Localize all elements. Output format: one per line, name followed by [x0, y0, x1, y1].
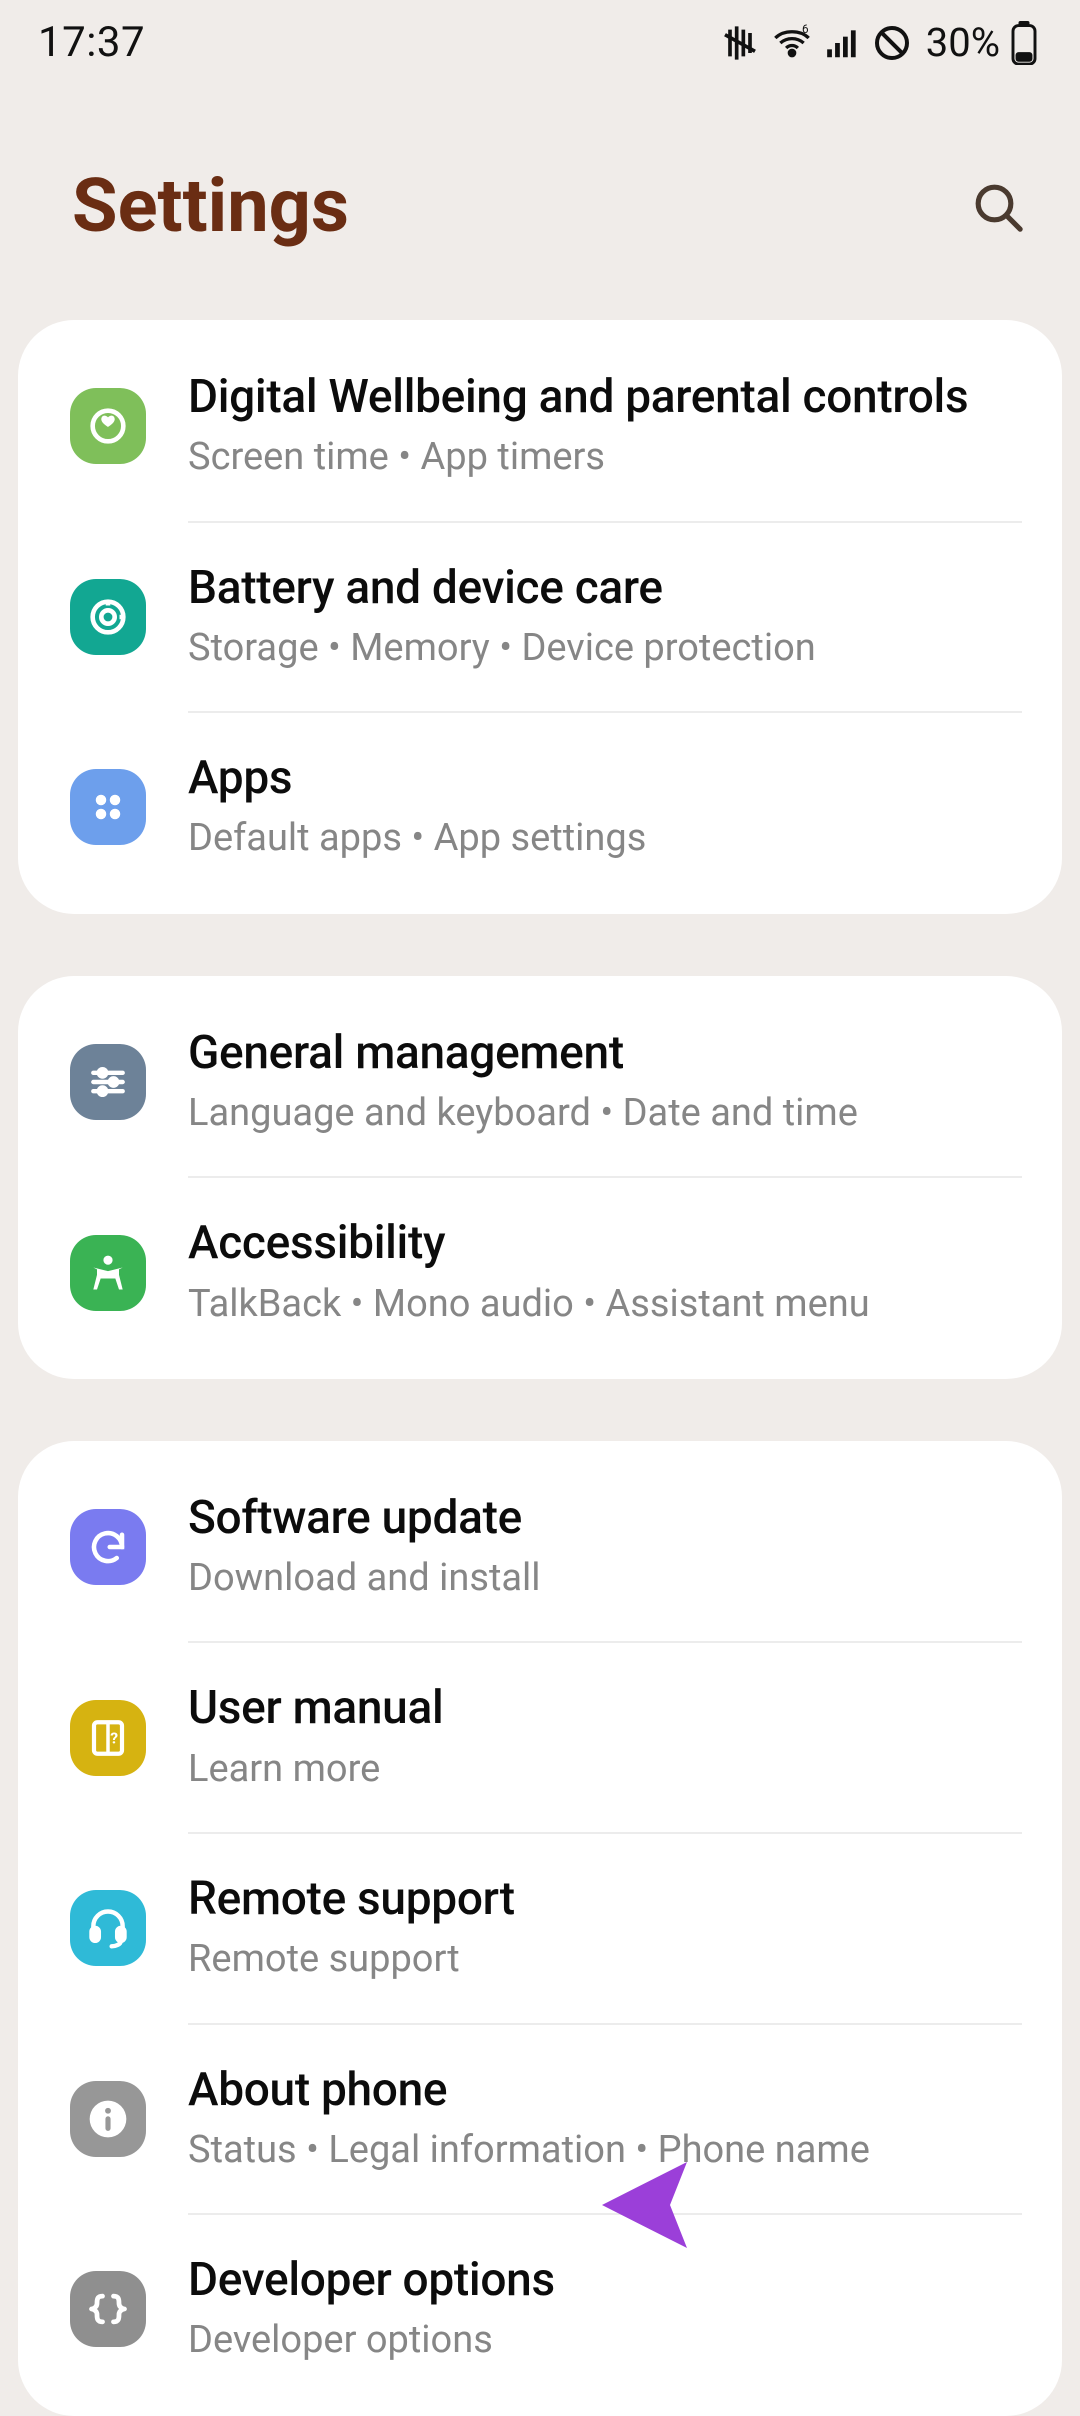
signal-icon: [824, 23, 862, 63]
item-title: Battery and device care: [188, 561, 1024, 616]
item-subtitle: Language and keyboard • Date and time: [188, 1089, 1024, 1138]
settings-item-accessibility[interactable]: Accessibility TalkBack • Mono audio • As…: [18, 1178, 1062, 1367]
wellbeing-icon: [70, 388, 146, 464]
settings-item-user-manual[interactable]: ? User manual Learn more: [18, 1643, 1062, 1832]
settings-group-2: General management Language and keyboard…: [18, 976, 1062, 1379]
settings-group-3: Software update Download and install ? U…: [18, 1441, 1062, 2416]
settings-item-remote-support[interactable]: Remote support Remote support: [18, 1834, 1062, 2023]
software-update-icon: [70, 1509, 146, 1585]
user-manual-icon: ?: [70, 1700, 146, 1776]
item-subtitle: Storage • Memory • Device protection: [188, 624, 1024, 673]
item-subtitle: Developer options: [188, 2316, 1024, 2365]
blocked-icon: [872, 23, 912, 63]
header: Settings: [0, 85, 1080, 320]
item-title: Accessibility: [188, 1216, 1024, 1271]
settings-item-software-update[interactable]: Software update Download and install: [18, 1453, 1062, 1642]
status-time: 17:37: [38, 18, 145, 67]
search-button[interactable]: [966, 175, 1030, 239]
item-subtitle: Learn more: [188, 1745, 1024, 1794]
item-subtitle: Remote support: [188, 1935, 1024, 1984]
item-title: Software update: [188, 1491, 1024, 1546]
settings-item-about-phone[interactable]: About phone Status • Legal information •…: [18, 2025, 1062, 2214]
item-title: Remote support: [188, 1872, 1024, 1927]
svg-text:?: ?: [110, 1728, 118, 1747]
item-title: User manual: [188, 1681, 1024, 1736]
settings-item-battery[interactable]: Battery and device care Storage • Memory…: [18, 523, 1062, 712]
settings-item-developer-options[interactable]: Developer options Developer options: [18, 2215, 1062, 2404]
vibrate-icon: [720, 23, 760, 63]
settings-group-1: Digital Wellbeing and parental controls …: [18, 320, 1062, 914]
general-icon: [70, 1044, 146, 1120]
search-icon: [970, 179, 1026, 235]
item-title: Digital Wellbeing and parental controls: [188, 370, 1024, 425]
accessibility-icon: [70, 1235, 146, 1311]
apps-icon: [70, 769, 146, 845]
item-subtitle: Default apps • App settings: [188, 814, 1024, 863]
battery-care-icon: [70, 579, 146, 655]
developer-options-icon: [70, 2271, 146, 2347]
item-subtitle: Screen time • App timers: [188, 433, 1024, 482]
item-subtitle: Download and install: [188, 1554, 1024, 1603]
battery-icon: [1010, 21, 1038, 65]
item-subtitle: Status • Legal information • Phone name: [188, 2126, 1024, 2175]
item-title: Apps: [188, 751, 1024, 806]
item-title: About phone: [188, 2063, 1024, 2118]
item-subtitle: TalkBack • Mono audio • Assistant menu: [188, 1280, 1024, 1329]
status-icons: 6 30%: [720, 19, 1038, 66]
settings-item-general[interactable]: General management Language and keyboard…: [18, 988, 1062, 1177]
status-bar: 17:37 6 30%: [0, 0, 1080, 85]
item-title: General management: [188, 1026, 1024, 1081]
about-phone-icon: [70, 2081, 146, 2157]
remote-support-icon: [70, 1890, 146, 1966]
settings-item-apps[interactable]: Apps Default apps • App settings: [18, 713, 1062, 902]
item-title: Developer options: [188, 2253, 1024, 2308]
settings-item-wellbeing[interactable]: Digital Wellbeing and parental controls …: [18, 332, 1062, 521]
page-title: Settings: [72, 163, 349, 250]
wifi-icon: 6: [770, 23, 814, 63]
battery-percent: 30%: [926, 19, 1000, 66]
svg-text:6: 6: [802, 23, 809, 36]
